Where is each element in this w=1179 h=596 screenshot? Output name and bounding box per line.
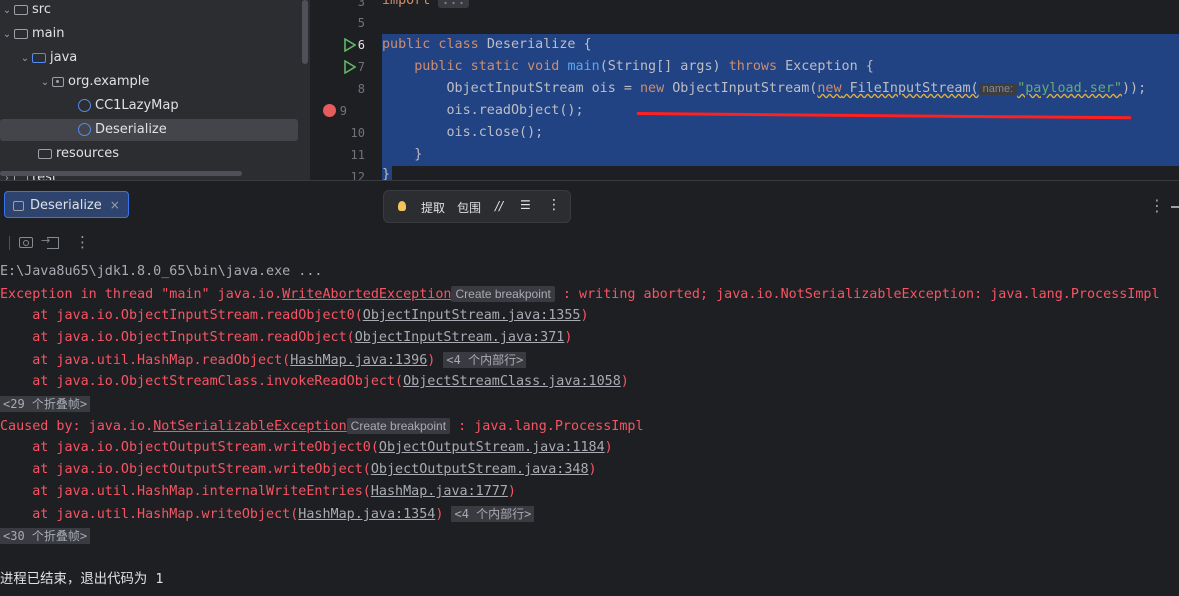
code-selection: [382, 34, 1179, 166]
exception-link[interactable]: WriteAbortedException: [282, 287, 451, 302]
stack-frame-link[interactable]: ObjectOutputStream.java:1184: [379, 440, 605, 455]
internal-lines-toggle[interactable]: <4 个内部行>: [451, 506, 535, 522]
create-breakpoint-button[interactable]: Create breakpoint: [346, 418, 451, 434]
run-toolbar: ⋮: [0, 232, 1179, 254]
line-number: 12: [350, 170, 365, 180]
resources-folder-icon: [38, 148, 52, 159]
close-icon[interactable]: ×: [110, 198, 120, 212]
code-line-11: }: [414, 147, 423, 162]
stack-frame-link[interactable]: HashMap.java:1396: [290, 353, 427, 368]
minimize-icon[interactable]: [1171, 206, 1179, 208]
java-class-icon: [78, 99, 91, 112]
folded-frames-row: <29 个折叠帧>: [0, 394, 91, 416]
code-line-6: public class Deserialize {: [382, 37, 592, 52]
stack-frame: at java.util.HashMap.internalWriteEntrie…: [0, 484, 516, 499]
stack-frame: at java.util.HashMap.writeObject(HashMap…: [0, 504, 535, 526]
toolbar-separator: [9, 236, 10, 250]
folded-frames-toggle[interactable]: <29 个折叠帧>: [0, 396, 91, 412]
source-folder-icon: [32, 52, 46, 63]
java-class-icon: [78, 123, 91, 136]
internal-lines-toggle[interactable]: <4 个内部行>: [443, 352, 527, 368]
breakpoint-icon[interactable]: [323, 104, 336, 117]
tree-item-cc1lazymap[interactable]: CC1LazyMap: [78, 95, 179, 117]
project-tree: ⌄ src ⌄ main ⌄ java ⌄ org.example CC1LazyMap…: [0, 0, 310, 180]
more-options-icon[interactable]: ⋮: [1149, 196, 1165, 215]
code-line-9: ois.readObject();: [446, 103, 584, 118]
create-breakpoint-button[interactable]: Create breakpoint: [451, 286, 555, 302]
tree-item-src[interactable]: ⌄ src: [0, 0, 51, 21]
stack-frame-link[interactable]: HashMap.java:1354: [298, 507, 435, 522]
exception-link[interactable]: NotSerializableException: [153, 419, 346, 434]
run-icon[interactable]: [344, 38, 356, 52]
lightbulb-icon[interactable]: [398, 201, 406, 211]
console-command-line: E:\Java8u65\jdk1.8.0_65\bin\java.exe ...: [0, 264, 323, 279]
comment-button[interactable]: //: [495, 199, 503, 213]
code-line-import: import ...: [382, 0, 469, 8]
more-icon[interactable]: ⋮: [547, 197, 561, 213]
stack-frame-link[interactable]: HashMap.java:1777: [371, 484, 508, 499]
floating-code-toolbar: 提取 包围 // ☰ ⋮: [383, 190, 571, 223]
stack-frame: at java.io.ObjectStreamClass.invokeReadO…: [0, 374, 629, 389]
tree-vertical-scrollbar[interactable]: [302, 0, 308, 64]
line-number: 6: [357, 38, 365, 52]
folder-icon: [14, 4, 28, 15]
more-icon[interactable]: ⋮: [75, 233, 90, 251]
extract-button[interactable]: 提取: [421, 199, 445, 216]
chevron-down-icon: ⌄: [20, 53, 30, 64]
import-icon[interactable]: [41, 234, 59, 249]
reformat-icon[interactable]: ☰: [520, 198, 531, 212]
stack-frame: at java.io.ObjectInputStream.readObject(…: [0, 330, 573, 345]
package-icon: [52, 76, 64, 87]
stack-frame-link[interactable]: ObjectOutputStream.java:348: [371, 462, 589, 477]
code-line-12: }: [382, 167, 391, 180]
stack-frame-link[interactable]: ObjectStreamClass.java:1058: [403, 374, 621, 389]
tree-item-resources[interactable]: resources: [38, 143, 119, 165]
console-caused-by-line: Caused by: java.io.NotSerializableExcept…: [0, 418, 644, 434]
folded-frames-toggle[interactable]: <30 个折叠帧>: [0, 528, 91, 544]
chevron-down-icon: ⌄: [2, 29, 12, 40]
line-number: 7: [357, 60, 365, 74]
pane-divider[interactable]: [0, 180, 1179, 185]
tree-horizontal-scrollbar[interactable]: [0, 171, 242, 176]
parameter-hint: name:: [978, 83, 1018, 95]
process-exit-message: 进程已结束，退出代码为 1: [0, 572, 164, 587]
line-number: 10: [350, 126, 365, 140]
surround-button[interactable]: 包围: [457, 199, 481, 216]
camera-icon[interactable]: [19, 237, 33, 248]
run-tab-deserialize[interactable]: Deserialize ×: [4, 191, 129, 218]
stack-frame: at java.io.ObjectInputStream.readObject0…: [0, 308, 589, 323]
stack-frame: at java.io.ObjectOutputStream.writeObjec…: [0, 440, 613, 455]
code-line-8: ObjectInputStream ois = new ObjectInputS…: [446, 81, 1147, 96]
tree-item-main[interactable]: ⌄ main: [0, 23, 65, 45]
stack-frame: at java.io.ObjectOutputStream.writeObjec…: [0, 462, 597, 477]
run-icon[interactable]: [344, 60, 356, 74]
tree-item-deserialize[interactable]: Deserialize: [78, 119, 167, 141]
tree-item-org-example[interactable]: ⌄ org.example: [38, 71, 150, 93]
code-line-10: ois.close();: [446, 125, 544, 140]
stack-frame-link[interactable]: ObjectInputStream.java:371: [355, 330, 565, 345]
chevron-down-icon: ⌄: [2, 5, 12, 16]
console-icon: [13, 200, 24, 211]
code-line-7: public static void main(String[] args) t…: [414, 59, 874, 74]
stack-frame: at java.util.HashMap.readObject(HashMap.…: [0, 350, 527, 372]
line-number: 5: [357, 16, 365, 30]
folded-frames-row: <30 个折叠帧>: [0, 526, 91, 548]
folder-icon: [14, 28, 28, 39]
line-number: 11: [350, 148, 365, 162]
run-tool-window-header: Deserialize ×: [0, 186, 1179, 228]
line-number: 3: [357, 0, 365, 9]
console-exception-line: Exception in thread "main" java.io.Write…: [0, 286, 1160, 302]
chevron-down-icon: ⌄: [40, 77, 50, 88]
line-number: 8: [357, 82, 365, 96]
stack-frame-link[interactable]: ObjectInputStream.java:1355: [363, 308, 581, 323]
tree-item-java[interactable]: ⌄ java: [18, 47, 77, 69]
code-editor[interactable]: 3 5 6 7 8 9 10 11 12 import ... public c…: [315, 0, 1179, 180]
